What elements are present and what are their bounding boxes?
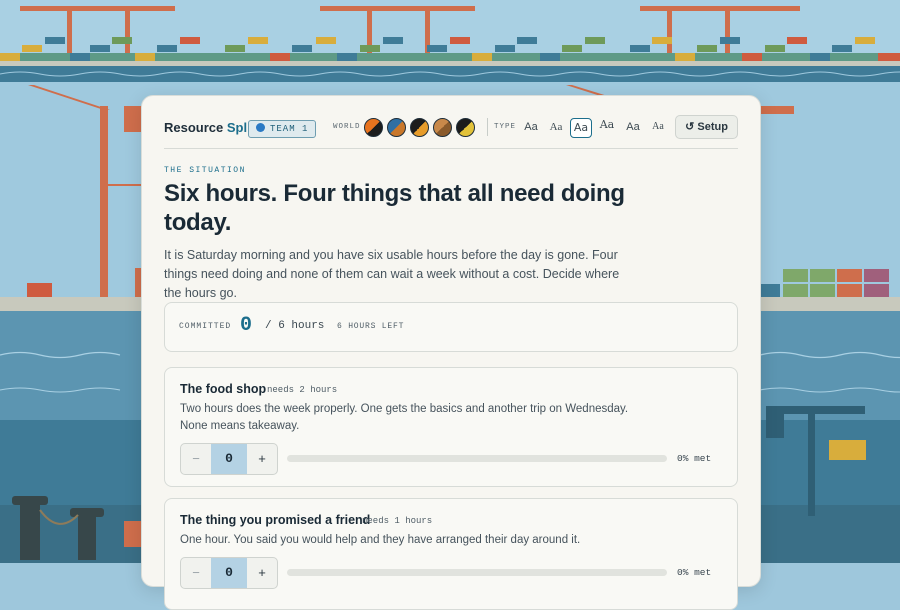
type-option-3[interactable]: Aa <box>570 118 592 138</box>
type-label: TYPE <box>494 123 517 131</box>
task-card: The thing you promised a friend needs 1 … <box>164 498 738 610</box>
brand-logo: Resource Split <box>164 120 255 135</box>
world-swatch-1[interactable] <box>364 118 383 137</box>
toolbar-divider <box>487 118 488 136</box>
team-badge-label: TEAM 1 <box>270 124 309 134</box>
page-title: Six hours. Four things that all need doi… <box>164 180 625 236</box>
world-swatch-2[interactable] <box>387 118 406 137</box>
type-option-6[interactable]: Aa <box>649 118 667 136</box>
type-option-4[interactable]: Aa <box>598 116 616 134</box>
progress-bar <box>287 455 667 462</box>
situation-description: It is Saturday morning and you have six … <box>164 248 620 300</box>
type-option-5[interactable]: Aa <box>624 118 642 136</box>
task-card: The food shop needs 2 hours Two hours do… <box>164 367 738 487</box>
decrement-button[interactable]: − <box>181 444 211 474</box>
world-swatch-4[interactable] <box>433 118 452 137</box>
team-dot-icon <box>256 123 265 132</box>
world-label: WORLD <box>333 123 361 131</box>
increment-button[interactable]: + <box>247 444 277 474</box>
type-option-2[interactable]: Aa <box>547 118 565 136</box>
setup-button[interactable]: ↺ Setup <box>675 115 738 139</box>
task-name: The thing you promised a friend <box>180 513 371 527</box>
committed-value: 0 <box>240 314 253 337</box>
committed-label: COMMITTED <box>179 322 232 331</box>
progress-label: 0% met <box>677 567 712 578</box>
progress-label: 0% met <box>677 453 712 464</box>
world-swatch-5[interactable] <box>456 118 475 137</box>
committed-panel: COMMITTED 0 / 6 hours 6 HOURS LEFT <box>164 302 738 352</box>
hours-value: 0 <box>211 444 247 474</box>
hours-stepper: − 0 + <box>180 557 278 589</box>
hours-stepper: − 0 + <box>180 443 278 475</box>
brand-name-part1: Resource <box>164 120 224 135</box>
task-needs: needs 2 hours <box>267 385 338 395</box>
task-description: Two hours does the week properly. One ge… <box>180 403 629 432</box>
committed-total: / 6 hours <box>265 320 325 332</box>
situation-kicker: THE SITUATION <box>164 166 246 175</box>
type-option-1[interactable]: Aa <box>522 118 540 136</box>
task-needs: needs 1 hours <box>362 516 433 526</box>
top-bar: Resource Split TEAM 1 WORLD TYPE Aa Aa A… <box>164 115 738 149</box>
hours-left: 6 HOURS LEFT <box>337 322 405 331</box>
world-swatch-3[interactable] <box>410 118 429 137</box>
progress-bar <box>287 569 667 576</box>
situation-card: Resource Split TEAM 1 WORLD TYPE Aa Aa A… <box>141 95 761 610</box>
task-description: One hour. You said you would help and th… <box>180 534 581 546</box>
team-badge: TEAM 1 <box>248 120 317 138</box>
task-name: The food shop <box>180 382 267 396</box>
